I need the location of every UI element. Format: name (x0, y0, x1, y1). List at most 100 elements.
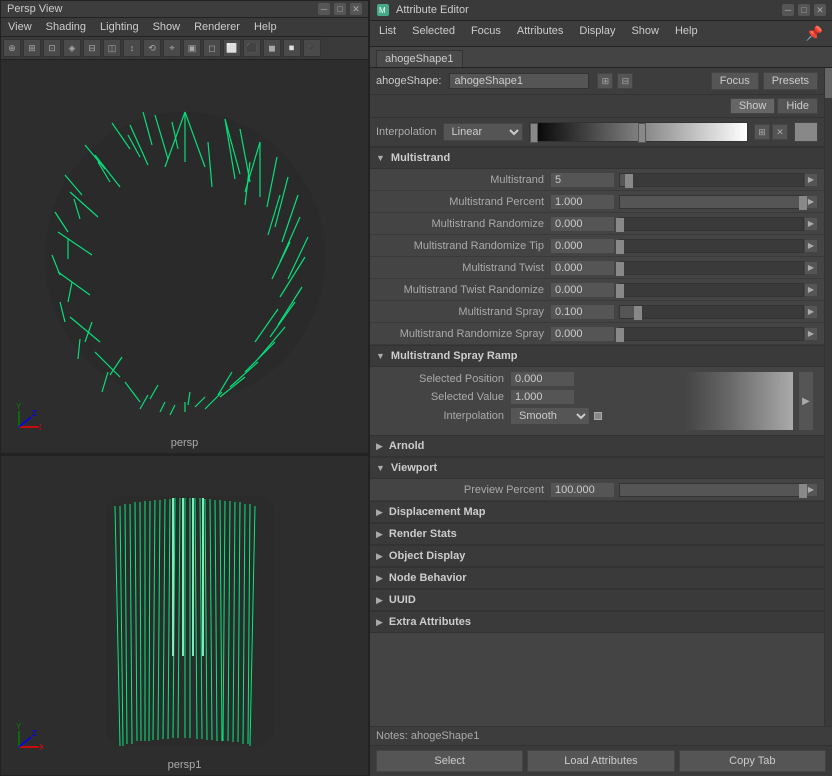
toolbar-btn-9[interactable]: ⌖ (163, 39, 181, 57)
menu-help[interactable]: Help (251, 20, 280, 34)
toolbar-btn-2[interactable]: ⊞ (23, 39, 41, 57)
attr-slider-ms-rand-tip[interactable] (619, 239, 804, 253)
close-button[interactable]: ✕ (350, 3, 362, 15)
section-render-stats[interactable]: ▶ Render Stats (370, 523, 824, 545)
ae-scrollbar-thumb[interactable] (825, 68, 832, 98)
minimize-button[interactable]: ─ (318, 3, 330, 15)
menu-view[interactable]: View (5, 20, 35, 34)
section-displacement-map[interactable]: ▶ Displacement Map (370, 501, 824, 523)
ae-menu-list[interactable]: List (376, 24, 399, 43)
slider-end-ms-twist[interactable]: ▶ (804, 261, 818, 275)
toolbar-btn-15[interactable]: ◽ (283, 39, 301, 57)
load-attributes-button[interactable]: Load Attributes (527, 750, 674, 772)
section-multistrand[interactable]: ▼ Multistrand (370, 147, 824, 169)
maximize-button[interactable]: □ (334, 3, 346, 15)
show-button[interactable]: Show (730, 98, 776, 114)
ae-close-button[interactable]: ✕ (814, 4, 826, 16)
ae-scrollbar[interactable] (824, 68, 832, 726)
hide-button[interactable]: Hide (777, 98, 818, 114)
menu-renderer[interactable]: Renderer (191, 20, 243, 34)
focus-button[interactable]: Focus (711, 72, 759, 90)
ae-menu-focus[interactable]: Focus (468, 24, 504, 43)
slider-end-ms-spray[interactable]: ▶ (804, 305, 818, 319)
ae-menu-attributes[interactable]: Attributes (514, 24, 566, 43)
toolbar-btn-3[interactable]: ⊡ (43, 39, 61, 57)
section-object-display[interactable]: ▶ Object Display (370, 545, 824, 567)
toolbar-btn-4[interactable]: ◈ (63, 39, 81, 57)
ae-menu-selected[interactable]: Selected (409, 24, 458, 43)
slider-handle-ms-rand[interactable] (616, 218, 624, 232)
slider-end-ms-rand[interactable]: ▶ (804, 217, 818, 231)
attr-input-preview-pct[interactable] (550, 482, 615, 498)
select-button[interactable]: Select (376, 750, 523, 772)
toolbar-btn-16[interactable]: ◾ (303, 39, 321, 57)
attr-input-ms-twist-rand[interactable] (550, 282, 615, 298)
ramp-handle-mid[interactable] (638, 123, 646, 143)
attr-input-ms-pct[interactable] (550, 194, 615, 210)
ae-tab-ahogeshape1[interactable]: ahogeShape1 (376, 50, 463, 67)
node-icon-btn-2[interactable]: ⊟ (617, 73, 633, 89)
toolbar-btn-14[interactable]: ◼ (263, 39, 281, 57)
toolbar-btn-5[interactable]: ⊟ (83, 39, 101, 57)
toolbar-btn-13[interactable]: ⬛ (243, 39, 261, 57)
slider-handle-ms-twist-rand[interactable] (616, 284, 624, 298)
attr-input-ms-rand-spray[interactable] (550, 326, 615, 342)
section-arnold[interactable]: ▶ Arnold (370, 435, 824, 457)
node-icon-btn-1[interactable]: ⊞ (597, 73, 613, 89)
slider-end-multistrand[interactable]: ▶ (804, 173, 818, 187)
menu-lighting[interactable]: Lighting (97, 20, 142, 34)
ae-pin-icon[interactable]: 📌 (803, 24, 826, 43)
ae-maximize-button[interactable]: □ (798, 4, 810, 16)
toolbar-btn-6[interactable]: ◫ (103, 39, 121, 57)
copy-tab-button[interactable]: Copy Tab (679, 750, 826, 772)
attr-slider-ms-rand-spray[interactable] (619, 327, 804, 341)
attr-slider-ms-twist-rand[interactable] (619, 283, 804, 297)
ramp-position-handle[interactable] (594, 412, 602, 420)
attr-slider-ms-rand[interactable] (619, 217, 804, 231)
attr-input-ms-spray[interactable] (550, 304, 615, 320)
ramp-position-input[interactable] (510, 371, 575, 387)
attr-slider-multistrand[interactable] (619, 173, 804, 187)
toolbar-btn-1[interactable]: ⊕ (3, 39, 21, 57)
ramp-color-swatch[interactable] (794, 122, 818, 142)
ae-menu-help[interactable]: Help (672, 24, 701, 43)
slider-end-ms-twist-rand[interactable]: ▶ (804, 283, 818, 297)
toolbar-btn-12[interactable]: ⬜ (223, 39, 241, 57)
slider-handle-multistrand[interactable] (625, 174, 633, 188)
ae-menu-display[interactable]: Display (576, 24, 618, 43)
ramp-delete-icon[interactable]: ✕ (772, 124, 788, 140)
ramp-value-input[interactable] (510, 389, 575, 405)
ramp-nav-next[interactable]: ▶ (798, 371, 814, 431)
attr-input-ms-twist[interactable] (550, 260, 615, 276)
ramp-bar[interactable] (529, 122, 748, 142)
attr-input-ms-rand-tip[interactable] (550, 238, 615, 254)
node-name-input[interactable] (449, 73, 589, 89)
attr-slider-preview-pct[interactable] (619, 483, 804, 497)
presets-button[interactable]: Presets (763, 72, 818, 90)
toolbar-btn-10[interactable]: ▣ (183, 39, 201, 57)
section-spray-ramp[interactable]: ▼ Multistrand Spray Ramp (370, 345, 824, 367)
slider-handle-preview-pct[interactable] (799, 484, 807, 498)
slider-end-ms-rand-tip[interactable]: ▶ (804, 239, 818, 253)
toolbar-btn-8[interactable]: ⟲ (143, 39, 161, 57)
attr-slider-ms-spray[interactable] (619, 305, 804, 319)
slider-handle-ms-rand-spray[interactable] (616, 328, 624, 342)
ramp-handle-left[interactable] (530, 123, 538, 143)
slider-handle-ms-pct[interactable] (799, 196, 807, 210)
toolbar-btn-7[interactable]: ↕ (123, 39, 141, 57)
ramp-gradient-preview[interactable] (684, 371, 794, 431)
toolbar-btn-11[interactable]: ◻ (203, 39, 221, 57)
interpolation-select[interactable]: Linear None Smooth Spline (443, 123, 523, 141)
menu-show[interactable]: Show (150, 20, 184, 34)
menu-shading[interactable]: Shading (43, 20, 89, 34)
ramp-interp-select[interactable]: Smooth None Linear Spline (510, 407, 590, 425)
section-node-behavior[interactable]: ▶ Node Behavior (370, 567, 824, 589)
attr-input-multistrand[interactable] (550, 172, 615, 188)
attr-input-ms-rand[interactable] (550, 216, 615, 232)
slider-handle-ms-spray[interactable] (634, 306, 642, 320)
ae-menu-show[interactable]: Show (628, 24, 662, 43)
ae-minimize-button[interactable]: ─ (782, 4, 794, 16)
slider-end-ms-rand-spray[interactable]: ▶ (804, 327, 818, 341)
attr-slider-ms-twist[interactable] (619, 261, 804, 275)
section-uuid[interactable]: ▶ UUID (370, 589, 824, 611)
